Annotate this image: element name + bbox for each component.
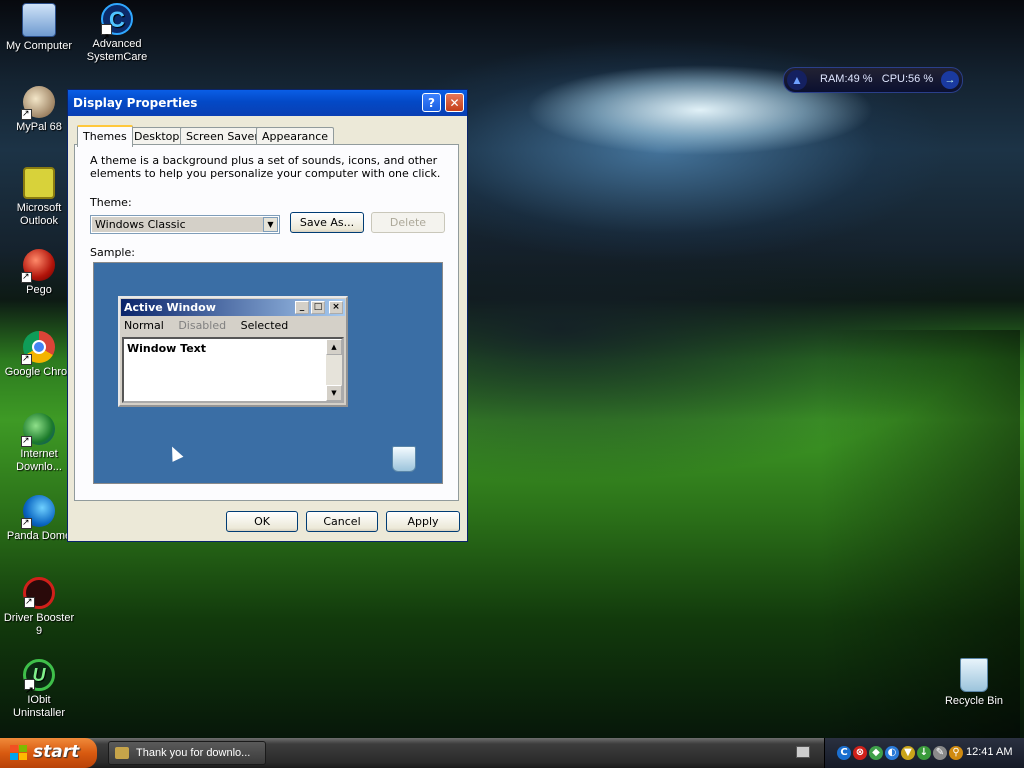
desktop-icon-label: My Computer xyxy=(5,40,73,52)
theme-select-value: Windows Classic xyxy=(92,217,263,232)
sample-label: Sample: xyxy=(90,246,135,259)
sample-recycle-bin-icon xyxy=(392,446,416,472)
desktop: My Computer C Advanced SystemCare MyPal … xyxy=(0,0,1024,738)
tab-screen-saver[interactable]: Screen Saver xyxy=(180,127,265,145)
save-as-button[interactable]: Save As... xyxy=(290,212,364,233)
scroll-up-icon: ▲ xyxy=(326,339,342,355)
cpu-label: CPU: xyxy=(881,73,909,85)
keyboard-icon[interactable] xyxy=(796,746,810,758)
sample-window-body: Window Text ▲ ▼ xyxy=(122,337,344,403)
scroll-down-icon: ▼ xyxy=(326,385,342,401)
minimize-icon: _ xyxy=(295,301,309,314)
download-tray-icon[interactable]: ↓ xyxy=(917,746,931,760)
sample-active-window: Active Window _ □ × Normal Disabled Sele… xyxy=(118,296,348,407)
advanced-systemcare-tray-icon[interactable]: C xyxy=(837,746,851,760)
iobit-uninstaller-icon: U xyxy=(23,659,55,703)
desktop-icon-iobit-uninstaller[interactable]: U IObit Uninstaller xyxy=(0,659,78,720)
desktop-icon-label: Advanced SystemCare xyxy=(86,38,148,63)
ram-value: 49 % xyxy=(847,73,873,85)
panda-dome-icon xyxy=(21,495,55,529)
tab-themes[interactable]: Themes xyxy=(77,125,133,147)
system-tray: C ⊗ ◆ ◐ ▼ ↓ ✎ ⚲ 12:41 AM xyxy=(824,738,1024,768)
shield-icon[interactable]: ▼ xyxy=(901,746,915,760)
rocket-icon[interactable]: ▲ xyxy=(787,70,807,90)
system-monitor-gadget[interactable]: ▲ RAM:49 % CPU:56 % → xyxy=(783,67,963,93)
theme-sample-preview: Active Window _ □ × Normal Disabled Sele… xyxy=(93,262,443,484)
taskbar-task[interactable]: Thank you for downlo... xyxy=(108,741,266,765)
sample-menu: Normal Disabled Selected xyxy=(124,319,299,332)
outlook-icon xyxy=(23,167,55,199)
tools-tray-icon[interactable]: ✎ xyxy=(933,746,947,760)
sample-menu-selected: Selected xyxy=(240,319,289,332)
start-button[interactable]: start xyxy=(0,738,97,768)
driver-booster-icon xyxy=(23,577,55,609)
desktop-icon-my-computer[interactable]: My Computer xyxy=(0,3,78,53)
recycle-bin-icon xyxy=(960,658,988,692)
apply-button[interactable]: Apply xyxy=(386,511,460,532)
chrome-icon xyxy=(21,331,55,365)
desktop-icon-driver-booster[interactable]: Driver Booster 9 xyxy=(0,577,78,638)
ok-button[interactable]: OK xyxy=(226,511,298,532)
mypal-icon xyxy=(21,86,55,120)
task-app-icon xyxy=(115,747,129,759)
maximize-icon: □ xyxy=(311,301,325,314)
cancel-button[interactable]: Cancel xyxy=(306,511,378,532)
chevron-down-icon[interactable]: ▼ xyxy=(263,217,278,232)
taskbar: start Thank you for downlo... C ⊗ ◆ ◐ ▼ … xyxy=(0,738,1024,768)
panda-tray-icon[interactable]: ◐ xyxy=(885,746,899,760)
ram-label: RAM: xyxy=(820,73,848,85)
sample-scrollbar: ▲ ▼ xyxy=(326,339,342,401)
delete-button[interactable]: Delete xyxy=(371,212,445,233)
advanced-systemcare-icon: C xyxy=(101,3,133,52)
cpu-value: 56 % xyxy=(908,73,934,85)
system-monitor-readout: RAM:49 % CPU:56 % xyxy=(820,73,933,85)
computer-icon xyxy=(22,3,56,37)
close-icon: × xyxy=(329,301,343,314)
theme-select[interactable]: Windows Classic ▼ xyxy=(90,215,280,234)
start-label: start xyxy=(33,742,80,762)
mouse-cursor-icon xyxy=(166,444,184,462)
desktop-icon-label: IObit Uninstaller xyxy=(13,694,65,719)
desktop-icon-recycle-bin[interactable]: Recycle Bin xyxy=(935,658,1013,708)
tab-appearance[interactable]: Appearance xyxy=(256,127,335,145)
network-tray-icon[interactable]: ◆ xyxy=(869,746,883,760)
theme-description: A theme is a background plus a set of so… xyxy=(90,154,441,180)
arrow-right-icon[interactable]: → xyxy=(941,71,959,89)
close-button[interactable]: ✕ xyxy=(445,93,464,112)
sample-window-title-text: Active Window xyxy=(124,301,216,314)
driver-booster-tray-icon[interactable]: ⊗ xyxy=(853,746,867,760)
sample-menu-disabled: Disabled xyxy=(178,319,227,332)
desktop-icon-label: Recycle Bin xyxy=(944,695,1004,707)
sample-window-text: Window Text xyxy=(127,342,207,355)
sample-window-title: Active Window _ □ × xyxy=(121,299,345,316)
help-button[interactable]: ? xyxy=(422,93,441,112)
search-icon[interactable]: ⚲ xyxy=(949,746,963,760)
desktop-icon-advanced-systemcare[interactable]: C Advanced SystemCare xyxy=(78,3,156,64)
taskbar-task-label: Thank you for downlo... xyxy=(136,747,251,759)
dialog-title: Display Properties xyxy=(73,96,198,110)
sample-menu-normal: Normal xyxy=(124,319,164,332)
clock[interactable]: 12:41 AM xyxy=(966,746,1012,758)
title-bar[interactable]: Display Properties ? ✕ xyxy=(68,90,467,116)
theme-label: Theme: xyxy=(90,196,132,209)
desktop-icon-label: Driver Booster 9 xyxy=(3,612,75,637)
pego-icon xyxy=(21,249,55,283)
windows-logo-icon xyxy=(10,745,28,761)
tab-desktop[interactable]: Desktop xyxy=(128,127,186,145)
internet-download-icon xyxy=(21,413,55,447)
display-properties-dialog: Display Properties ? ✕ Themes Desktop Sc… xyxy=(67,89,468,542)
